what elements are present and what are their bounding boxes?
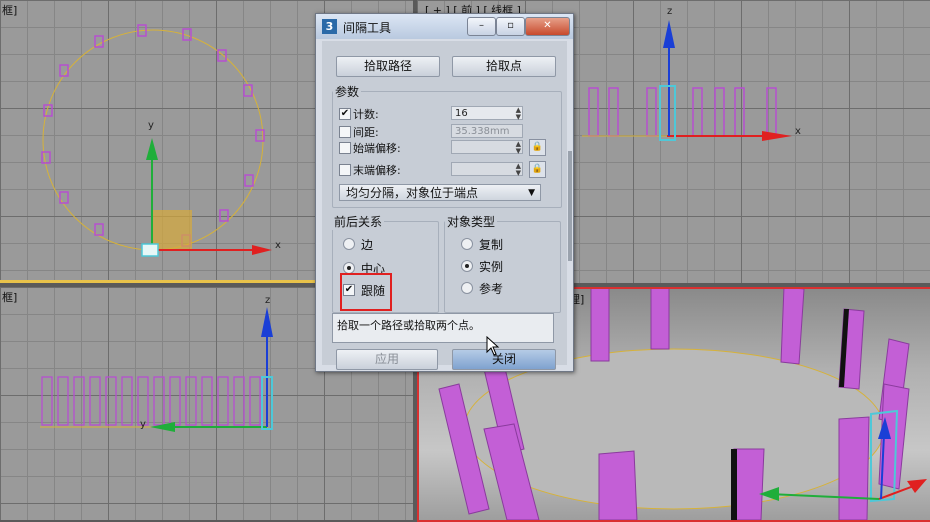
minimize-button[interactable]: – (467, 17, 496, 36)
close-button[interactable]: 关闭 (452, 349, 556, 370)
spinner-arrows-icon[interactable]: ▲ ▼ (516, 107, 521, 121)
close-window-button[interactable]: ✕ (525, 17, 570, 36)
apply-button[interactable]: 应用 (336, 349, 438, 370)
spinner-arrows-icon[interactable]: ▲ ▼ (516, 163, 521, 177)
parameters-group: 参数 ✔ 计数: 16 ▲ ▼ 间距: 35.338mm 始端偏移: ▲ ▼ 🔒… (332, 83, 562, 208)
y-axis-arrow (146, 138, 158, 160)
context-group-title: 前后关系 (332, 213, 385, 230)
spacing-value: 35.338mm (455, 126, 510, 137)
spacing-tool-dialog[interactable]: 3 间隔工具 – ▫ ✕ 拾取路径 拾取点 参数 ✔ 计数: 16 ▲ ▼ 间距… (315, 13, 574, 372)
count-label: 计数: (353, 108, 379, 121)
spacing-checkbox[interactable] (339, 126, 351, 138)
edges-label: 边 (361, 238, 374, 252)
column-instances (588, 87, 777, 137)
spinner-arrows-icon[interactable]: ▲ ▼ (516, 141, 521, 155)
y-axis-label: y (140, 419, 146, 430)
status-prompt: 拾取一个路径或拾取两个点。 (332, 313, 554, 343)
reference-label: 参考 (479, 282, 504, 296)
end-offset-spinner[interactable]: ▲ ▼ (451, 162, 523, 177)
start-offset-checkbox[interactable] (339, 142, 351, 154)
z-axis-label: z (667, 6, 673, 17)
start-offset-label: 始端偏移: (353, 142, 401, 155)
z-axis-arrow (261, 307, 273, 337)
count-checkbox[interactable]: ✔ (339, 108, 351, 120)
selected-column (141, 243, 159, 257)
close-icon: ✕ (543, 20, 552, 31)
mouse-cursor-icon (486, 336, 500, 356)
dialog-title: 间隔工具 (343, 21, 392, 35)
pick-path-button[interactable]: 拾取路径 (336, 56, 440, 77)
x-axis-arrow (762, 131, 792, 141)
z-axis-arrow (663, 20, 675, 48)
end-offset-checkbox[interactable] (339, 164, 351, 176)
minimize-icon: – (479, 20, 484, 31)
object-type-group: 对象类型 复制 实例 参考 (444, 213, 561, 313)
maximize-icon: ▫ (507, 20, 514, 31)
start-offset-spinner[interactable]: ▲ ▼ (451, 140, 523, 155)
column-instances (41, 376, 261, 426)
chevron-down-icon: ▼ (528, 188, 535, 198)
z-axis-label: z (265, 295, 271, 306)
copy-label: 复制 (479, 238, 504, 252)
object-type-group-title: 对象类型 (445, 213, 498, 230)
pick-points-button[interactable]: 拾取点 (452, 56, 556, 77)
edges-radio[interactable] (343, 238, 355, 250)
reference-radio[interactable] (461, 282, 473, 294)
instance-radio[interactable] (461, 260, 473, 272)
y-axis-label: y (148, 120, 154, 131)
end-offset-lock-icon[interactable]: 🔒 (529, 161, 546, 178)
x-axis-arrow (907, 479, 927, 493)
follow-annotation-highlight (340, 273, 392, 311)
start-offset-lock-icon[interactable]: 🔒 (529, 139, 546, 156)
3dsmax-app-icon: 3 (322, 19, 337, 34)
maximize-button[interactable]: ▫ (496, 17, 525, 36)
dialog-scrollbar[interactable] (568, 151, 572, 261)
dialog-body: 拾取路径 拾取点 参数 ✔ 计数: 16 ▲ ▼ 间距: 35.338mm 始端… (322, 41, 572, 370)
end-offset-label: 末端偏移: (353, 164, 401, 177)
count-spinner[interactable]: 16 ▲ ▼ (451, 106, 523, 121)
distribution-mode-dropdown[interactable]: 均匀分隔，对象位于端点 ▼ (339, 184, 541, 201)
spacing-label: 间距: (353, 126, 379, 139)
dialog-titlebar[interactable]: 3 间隔工具 – ▫ ✕ (316, 14, 573, 39)
parameters-group-title: 参数 (333, 83, 362, 100)
x-axis-label: x (275, 240, 281, 251)
spacing-spinner[interactable]: 35.338mm (451, 124, 523, 138)
instance-label: 实例 (479, 260, 504, 274)
x-axis-arrow (252, 245, 272, 255)
selected-column (659, 85, 676, 141)
count-value: 16 (455, 108, 468, 119)
distribution-mode-value: 均匀分隔，对象位于端点 (346, 186, 479, 200)
x-axis-label: x (795, 126, 801, 137)
copy-radio[interactable] (461, 238, 473, 250)
